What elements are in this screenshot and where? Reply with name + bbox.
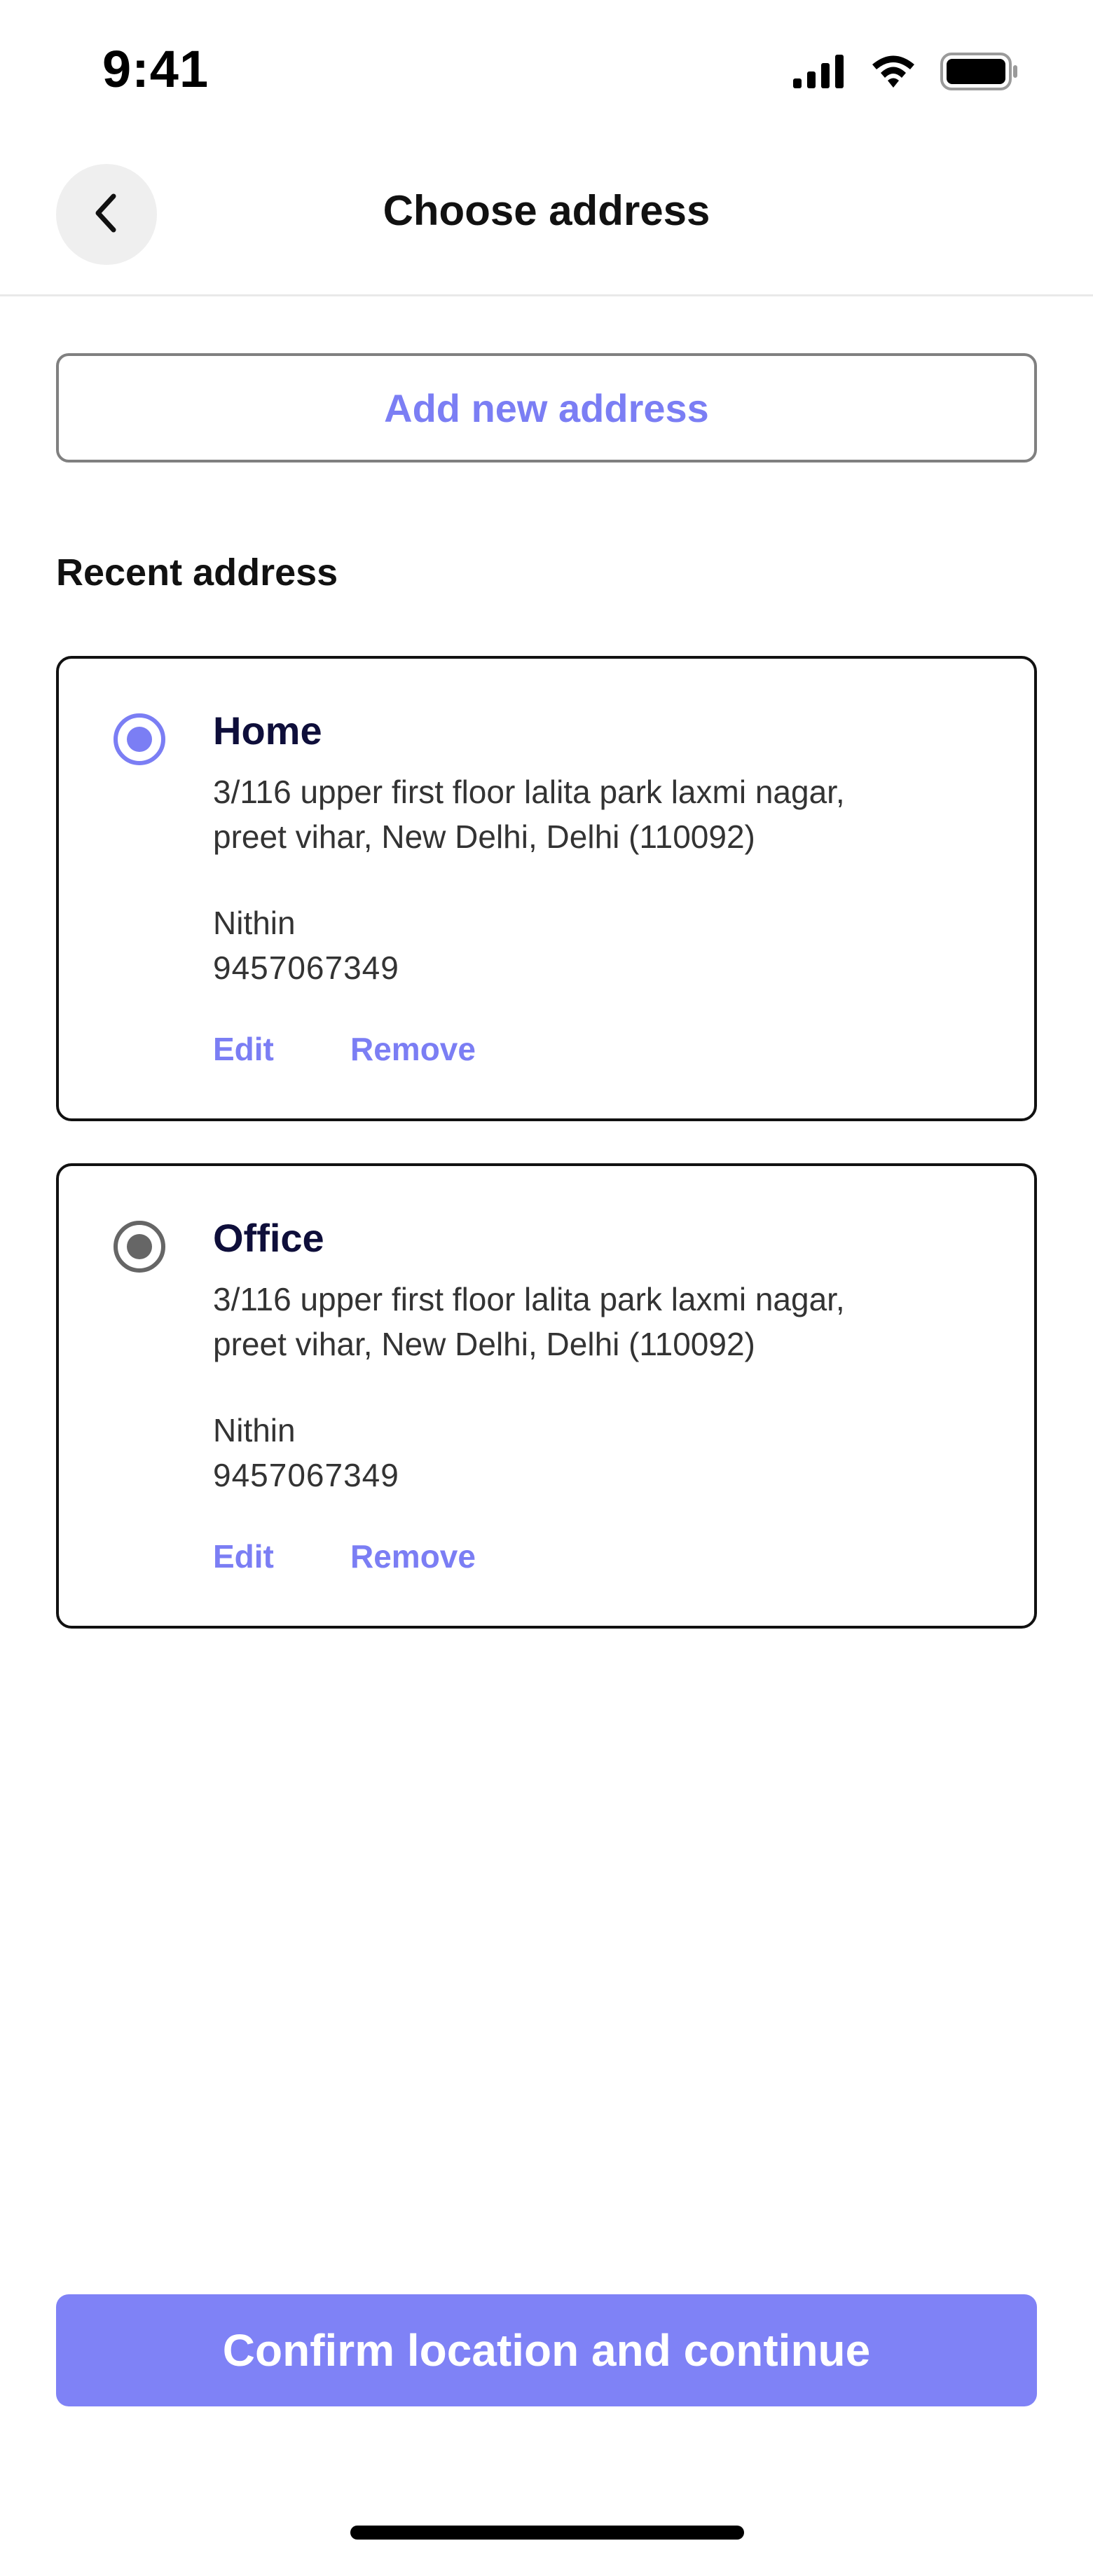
address-line-2: preet vihar, New Delhi, Delhi (110092) — [213, 818, 755, 855]
address-line-2: preet vihar, New Delhi, Delhi (110092) — [213, 1326, 755, 1362]
battery-icon — [940, 52, 1019, 94]
address-label: Home — [213, 708, 322, 753]
address-card-home[interactable]: Home 3/116 upper first floor lalita park… — [56, 656, 1037, 1121]
signal-icon — [793, 54, 846, 92]
radio-button-unselected[interactable] — [114, 1221, 165, 1273]
home-indicator — [350, 2526, 744, 2540]
remove-address-link[interactable]: Remove — [350, 1030, 476, 1068]
address-card-office[interactable]: Office 3/116 upper first floor lalita pa… — [56, 1163, 1037, 1629]
address-label: Office — [213, 1216, 324, 1260]
add-new-address-button[interactable]: Add new address — [56, 353, 1037, 463]
contact-phone: 9457067349 — [213, 1457, 399, 1493]
edit-address-link[interactable]: Edit — [213, 1537, 274, 1575]
radio-button-selected[interactable] — [114, 713, 165, 765]
header: Choose address — [0, 140, 1093, 296]
status-time: 9:41 — [102, 40, 209, 98]
contact-name: Nithin — [213, 1412, 296, 1448]
radio-dot — [127, 727, 152, 752]
edit-address-link[interactable]: Edit — [213, 1030, 274, 1068]
radio-dot — [127, 1234, 152, 1259]
confirm-location-button[interactable]: Confirm location and continue — [56, 2294, 1037, 2406]
remove-address-link[interactable]: Remove — [350, 1537, 476, 1575]
recent-address-title: Recent address — [56, 551, 338, 594]
address-text: 3/116 upper first floor lalita park laxm… — [213, 1277, 984, 1366]
wifi-icon — [869, 54, 918, 93]
contact-name: Nithin — [213, 905, 296, 941]
page-title: Choose address — [383, 187, 710, 234]
status-icons — [793, 52, 1019, 94]
address-line-1: 3/116 upper first floor lalita park laxm… — [213, 1281, 845, 1317]
contact-phone: 9457067349 — [213, 950, 399, 986]
status-bar: 9:41 — [0, 0, 1093, 140]
address-text: 3/116 upper first floor lalita park laxm… — [213, 769, 984, 859]
address-line-1: 3/116 upper first floor lalita park laxm… — [213, 774, 845, 810]
